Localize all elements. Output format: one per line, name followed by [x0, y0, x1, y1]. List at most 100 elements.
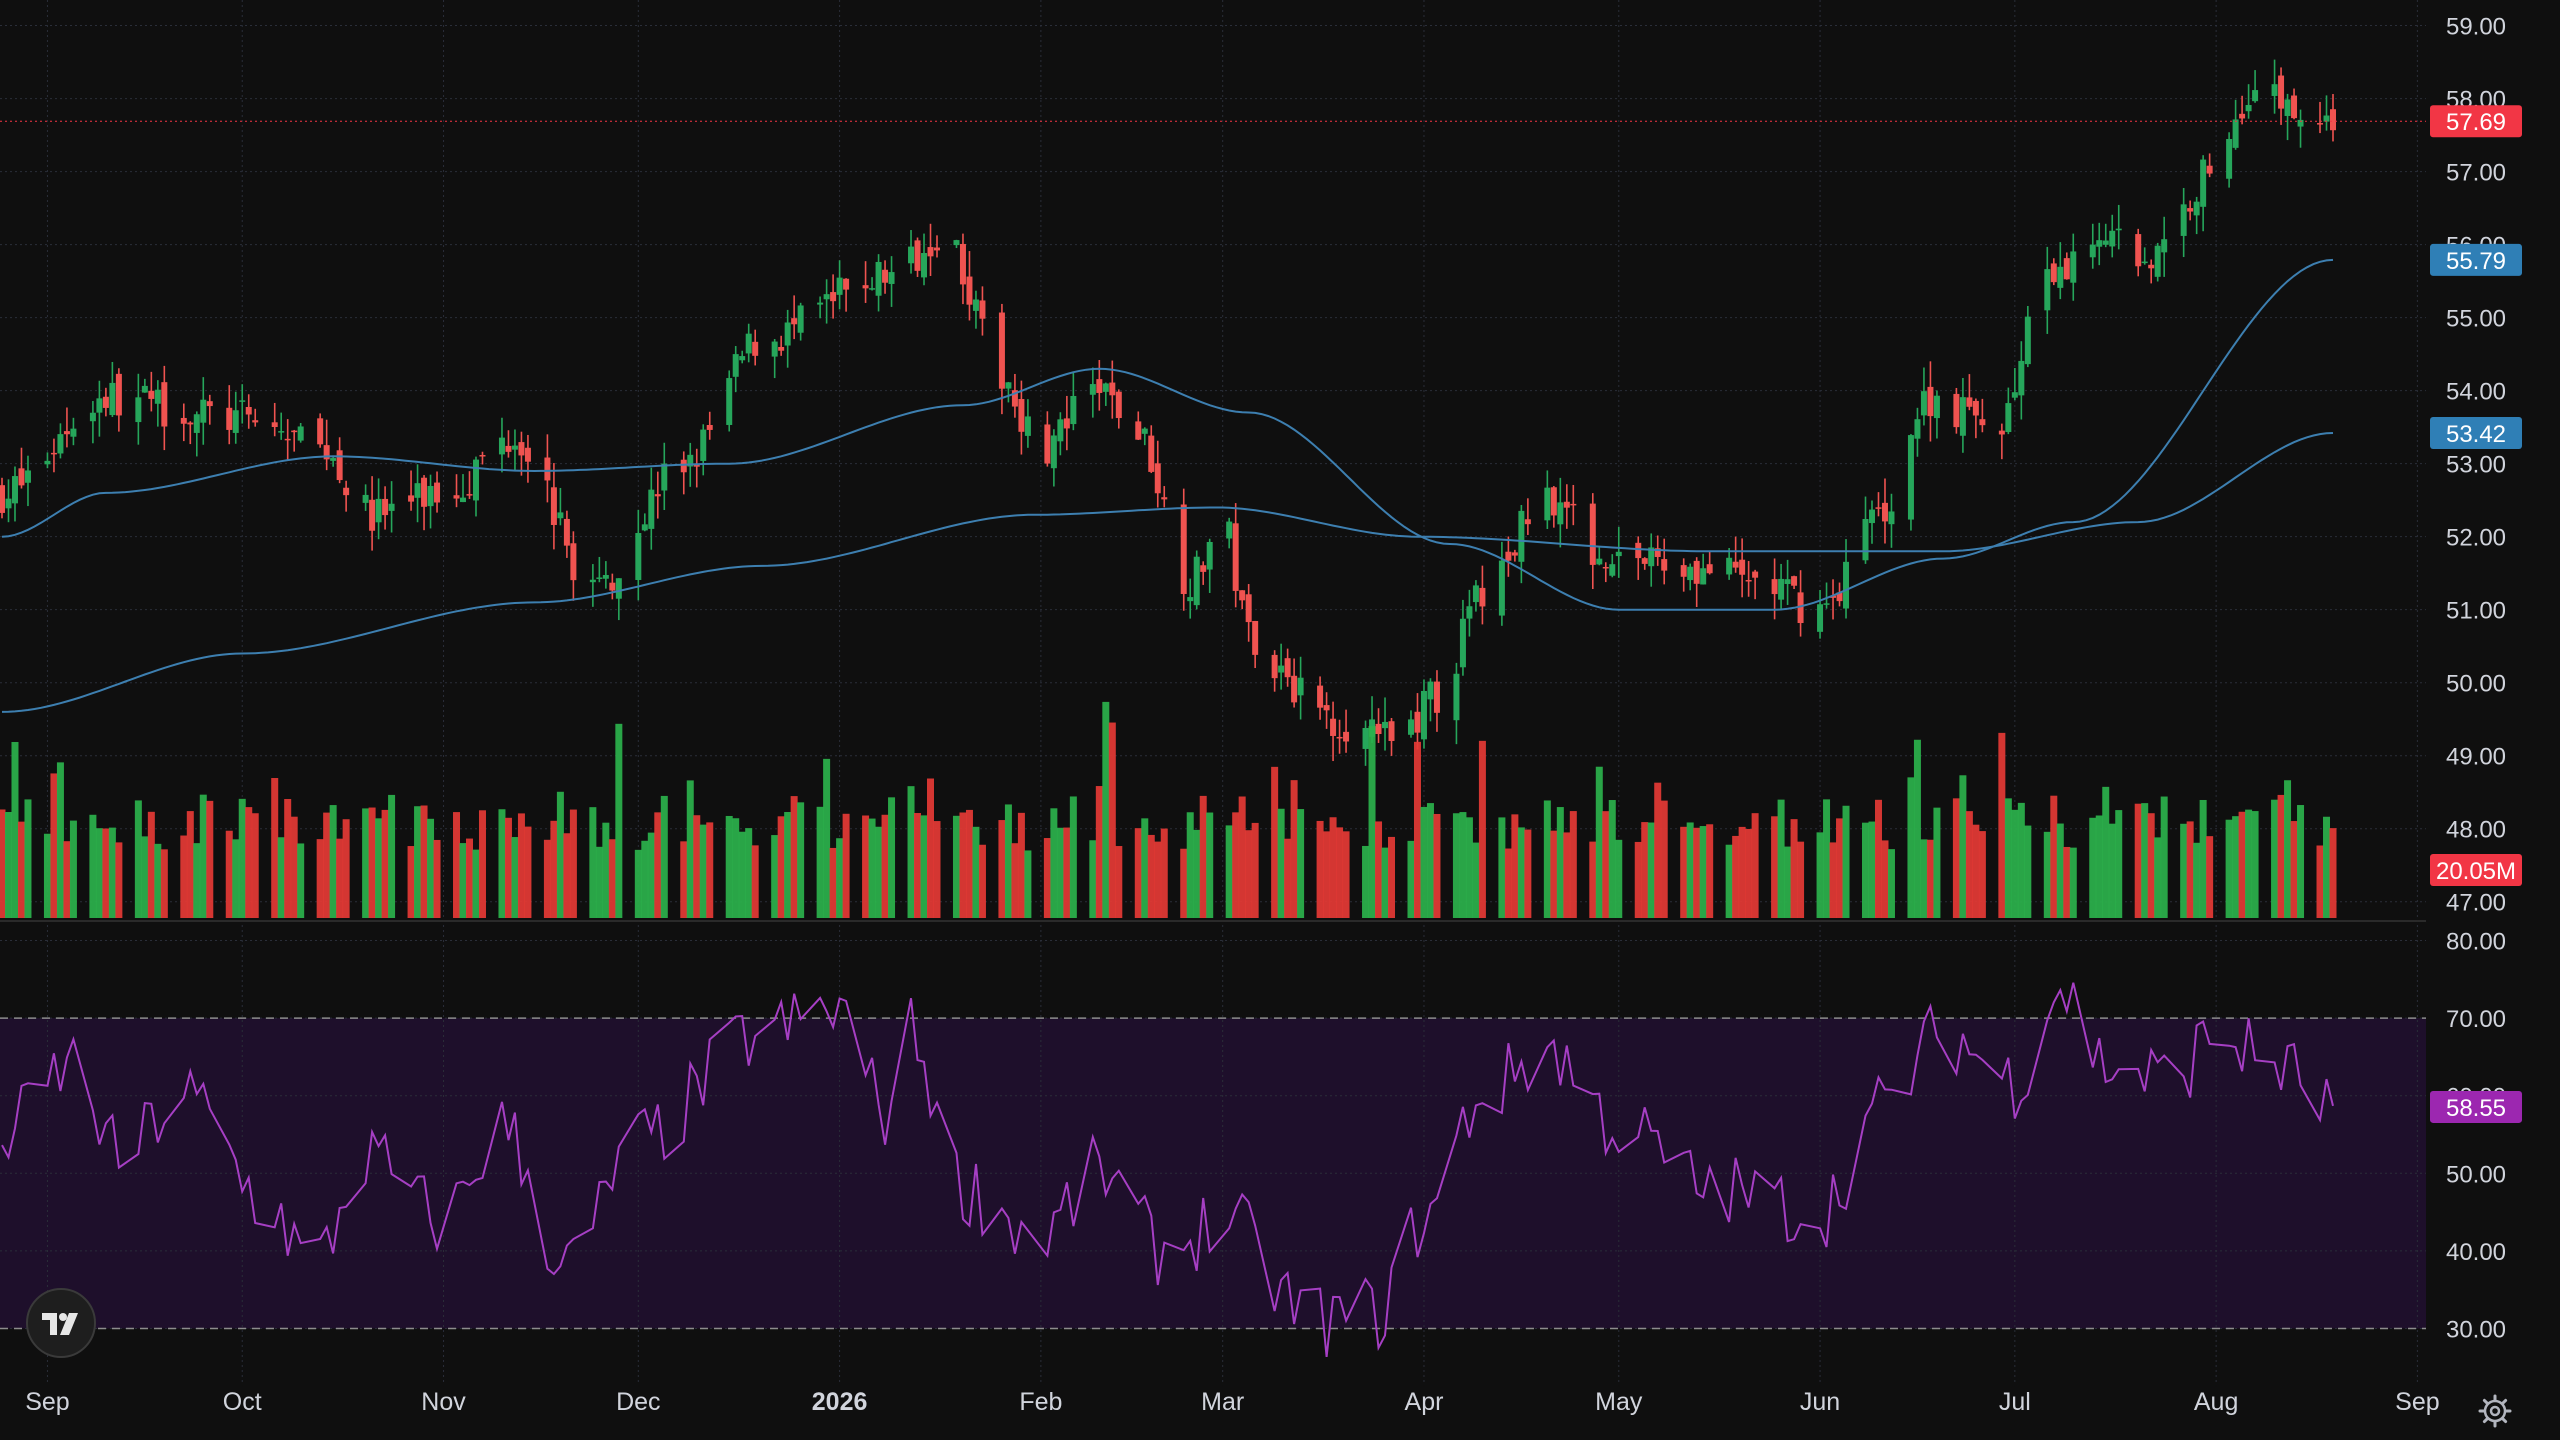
- volume-bar: [862, 815, 870, 918]
- stock-chart[interactable]: 59.0058.0057.0056.0055.0054.0053.0052.00…: [0, 0, 2560, 1440]
- candle-up: [1557, 502, 1564, 525]
- candle-up: [745, 333, 752, 354]
- volume-bar: [1998, 732, 2006, 918]
- candle-up: [726, 378, 733, 425]
- candle-up: [700, 429, 707, 461]
- volume-bar: [1797, 841, 1805, 918]
- price-tick-label: 53.00: [2446, 452, 2506, 479]
- candle-up: [1005, 382, 1012, 389]
- candle-down: [434, 482, 441, 503]
- volume-bar: [842, 813, 850, 918]
- volume-bar: [660, 795, 668, 918]
- volume-bar: [511, 837, 519, 918]
- volume-bar: [1790, 819, 1798, 918]
- volume-bar: [2011, 809, 2019, 918]
- volume-bar: [1043, 838, 1051, 918]
- candle-down: [862, 285, 869, 289]
- candle-up: [1823, 603, 1830, 605]
- candle-up: [278, 431, 285, 433]
- volume-bar: [1569, 811, 1577, 918]
- candle-up: [427, 485, 434, 507]
- volume-bar: [1647, 822, 1655, 918]
- volume-bar: [881, 814, 889, 918]
- volume-bar: [1615, 839, 1623, 918]
- volume-bar: [17, 821, 25, 918]
- candle-up: [2252, 90, 2259, 102]
- volume-bar: [251, 813, 259, 918]
- candle-down: [1096, 379, 1103, 393]
- volume-bar: [329, 805, 337, 918]
- volume-bar: [1543, 800, 1551, 918]
- candle-down: [226, 407, 233, 430]
- candle-down: [1063, 418, 1070, 429]
- volume-bar: [199, 794, 207, 918]
- candle-up: [472, 459, 479, 501]
- gear-icon[interactable]: [2477, 1393, 2513, 1429]
- candle-up: [817, 302, 824, 305]
- candle-up: [1407, 719, 1414, 735]
- volume-bar: [1511, 814, 1519, 918]
- volume-bar: [699, 824, 707, 918]
- volume-bar: [1342, 831, 1350, 918]
- volume-bar: [1290, 780, 1298, 918]
- volume-bar: [1459, 812, 1467, 918]
- candle-up: [135, 397, 142, 423]
- volume-bar: [972, 826, 980, 918]
- volume-bar: [907, 786, 915, 918]
- volume-bar: [245, 807, 253, 918]
- candle-down: [1752, 571, 1759, 578]
- candle-down: [252, 420, 259, 423]
- volume-bar: [823, 758, 831, 918]
- volume-bar: [472, 849, 480, 918]
- volume-bar: [751, 845, 759, 918]
- candle-down: [791, 318, 798, 325]
- candle-up: [557, 512, 564, 519]
- candle-down: [1635, 542, 1642, 559]
- volume-bar: [1271, 766, 1279, 918]
- volume-bar: [69, 820, 77, 918]
- volume-bar: [1206, 812, 1214, 918]
- candle-up: [739, 356, 746, 361]
- volume-bar: [1225, 825, 1233, 918]
- volume-bar: [381, 809, 389, 918]
- volume-bar: [634, 849, 642, 918]
- price-tick-label: 47.00: [2446, 890, 2506, 917]
- candle-down: [1732, 561, 1739, 568]
- volume-bar: [108, 827, 116, 918]
- volume-bar: [1563, 832, 1571, 918]
- candle-up: [141, 385, 148, 393]
- candle-up: [96, 398, 103, 413]
- volume-bar: [2329, 828, 2337, 918]
- volume-bar: [342, 819, 350, 918]
- volume-bar: [1706, 824, 1714, 918]
- candle-down: [18, 468, 25, 486]
- volume-bar: [959, 812, 967, 918]
- volume-bar: [1842, 805, 1850, 918]
- candle-down: [1252, 620, 1259, 655]
- volume-bar: [875, 826, 883, 918]
- volume-bar: [1413, 741, 1421, 918]
- candle-down: [550, 487, 557, 525]
- candle-down: [421, 477, 428, 507]
- candle-down: [518, 442, 525, 456]
- volume-bar: [1602, 811, 1610, 918]
- candle-down: [1109, 382, 1116, 396]
- candle-down: [1479, 587, 1486, 607]
- volume-bar: [1920, 839, 1928, 918]
- volume-bar: [232, 839, 240, 918]
- volume-bar: [1297, 809, 1305, 918]
- volume-bar: [1913, 739, 1921, 918]
- volume-bar: [517, 813, 525, 918]
- volume-bar: [115, 842, 123, 918]
- candle-up: [1070, 395, 1077, 425]
- candle-up: [797, 305, 804, 333]
- volume-bar: [1316, 820, 1324, 918]
- candle-down: [1505, 551, 1512, 561]
- candle-up: [732, 354, 739, 377]
- tradingview-logo-icon[interactable]: [26, 1288, 96, 1358]
- candle-up: [1914, 419, 1921, 439]
- candle-down: [706, 424, 713, 430]
- candle-up: [888, 272, 895, 284]
- volume-bar: [1004, 804, 1012, 918]
- volume-bar: [1686, 822, 1694, 918]
